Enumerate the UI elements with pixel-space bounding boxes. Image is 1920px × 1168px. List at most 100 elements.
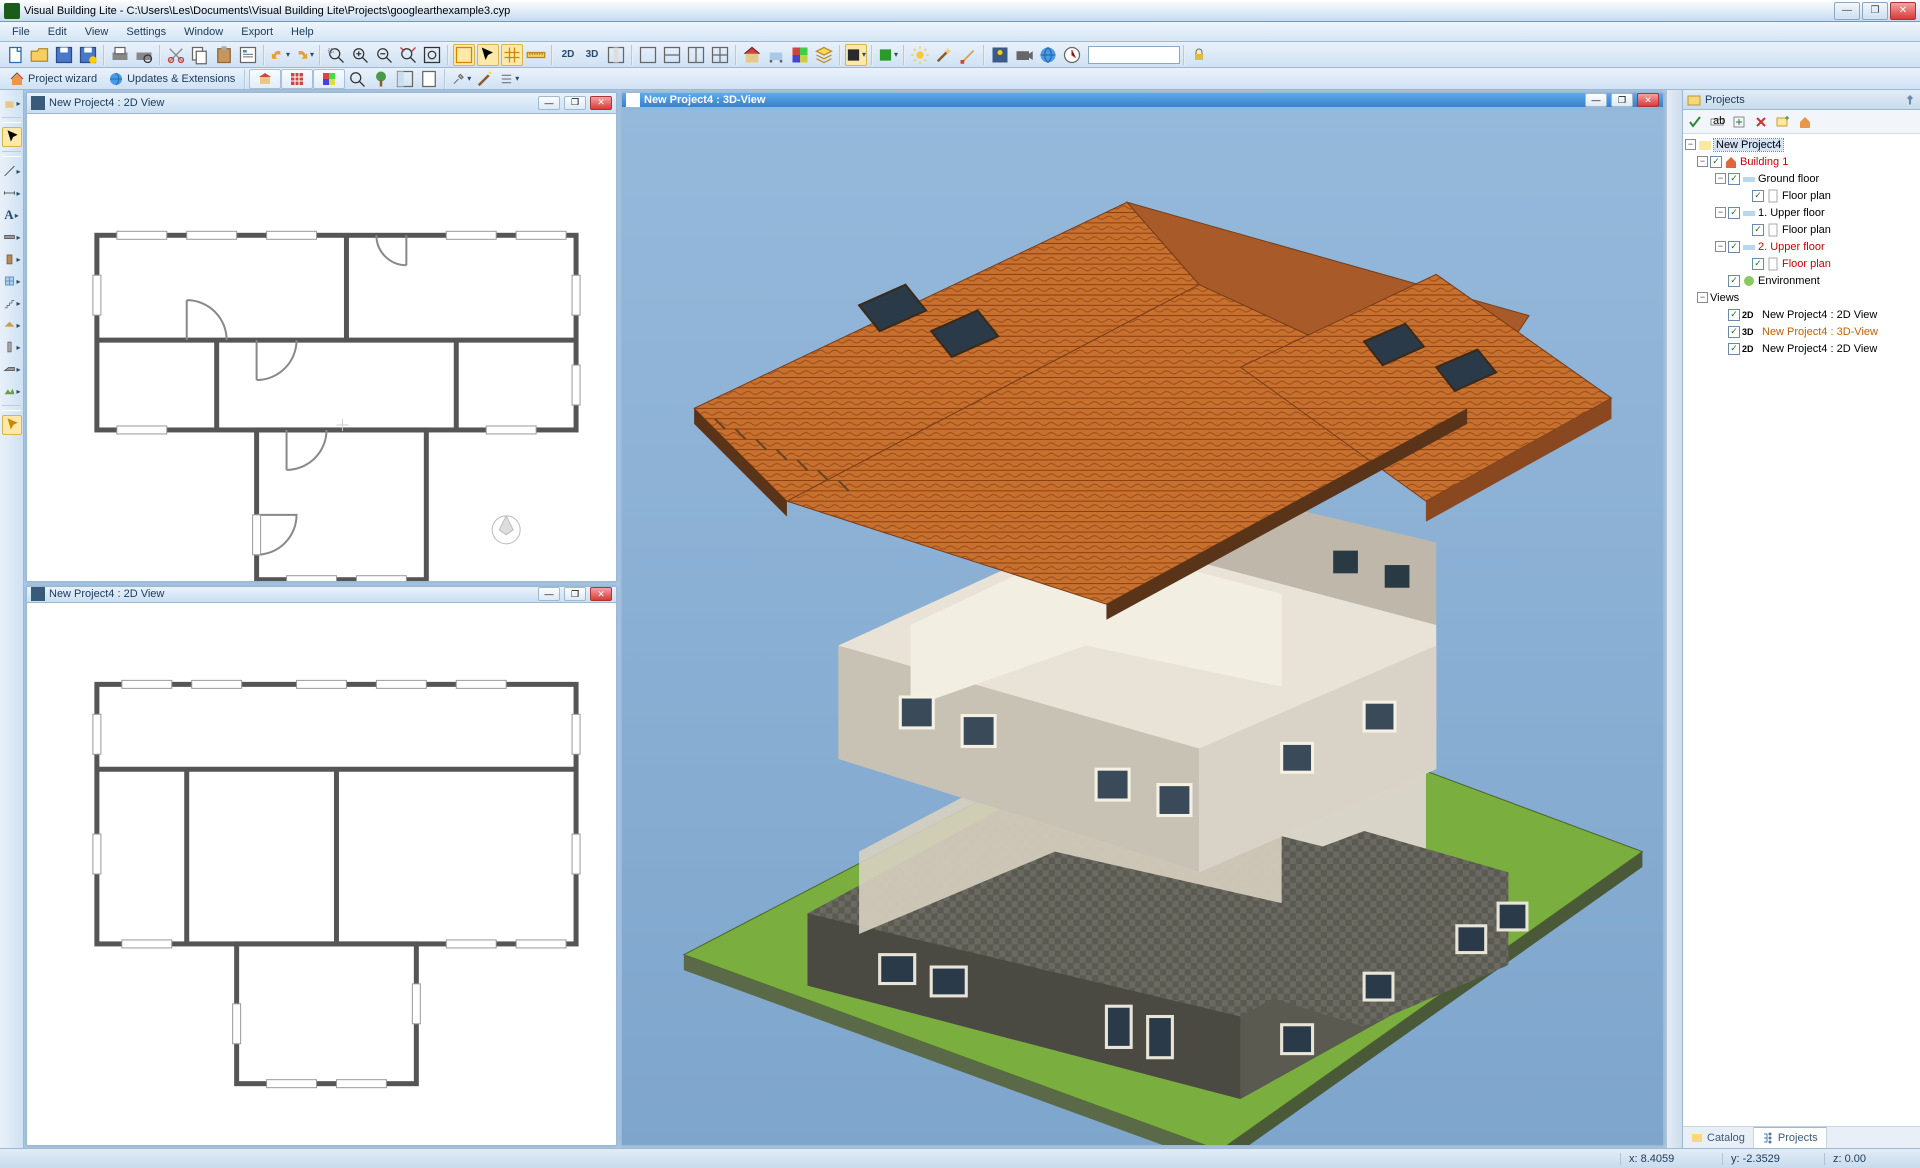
text-tool[interactable]: A▸ bbox=[2, 205, 22, 225]
tree-floor-upper1[interactable]: −✓ 1. Upper floor bbox=[1685, 204, 1918, 221]
options-button[interactable]: ▾ bbox=[498, 68, 520, 90]
address-input[interactable] bbox=[1088, 46, 1180, 64]
view3d-titlebar[interactable]: New Project4 : 3D-View — ❐ ✕ bbox=[622, 93, 1663, 108]
view2d-a-minimize-button[interactable]: — bbox=[538, 96, 560, 110]
view2d-b-titlebar[interactable]: New Project4 : 2D View — ❐ ✕ bbox=[27, 587, 616, 603]
view2d-b-viewport[interactable] bbox=[27, 603, 616, 1145]
page-button[interactable] bbox=[418, 68, 440, 90]
undo-button[interactable]: ▾ bbox=[269, 44, 291, 66]
building-tool[interactable]: ▸ bbox=[2, 93, 22, 113]
line-tool[interactable]: ▸ bbox=[2, 161, 22, 181]
view2d-a-viewport[interactable] bbox=[27, 114, 616, 581]
view2d-a-close-button[interactable]: ✕ bbox=[590, 96, 612, 110]
selection-mode-button[interactable] bbox=[477, 44, 499, 66]
lock-icon[interactable] bbox=[1192, 48, 1206, 62]
view-walls-button[interactable] bbox=[453, 44, 475, 66]
dimension-tool[interactable]: ▸ bbox=[2, 183, 22, 203]
expand-all-icon[interactable] bbox=[1731, 114, 1747, 130]
window-single-button[interactable] bbox=[637, 44, 659, 66]
delete-icon[interactable] bbox=[1753, 114, 1769, 130]
clock-button[interactable] bbox=[1061, 44, 1083, 66]
home-icon[interactable] bbox=[1797, 114, 1813, 130]
zoom-in-button[interactable] bbox=[349, 44, 371, 66]
select-tool[interactable] bbox=[2, 127, 22, 147]
window-quad-button[interactable] bbox=[709, 44, 731, 66]
layer-button[interactable] bbox=[813, 44, 835, 66]
brush-button[interactable] bbox=[957, 44, 979, 66]
tree-floorplan-ground[interactable]: ✓ Floor plan bbox=[1685, 187, 1918, 204]
open-file-button[interactable] bbox=[29, 44, 51, 66]
tree-viewitem-2d-a[interactable]: ✓ 2D New Project4 : 2D View bbox=[1685, 306, 1918, 323]
zoom-window-button[interactable] bbox=[325, 44, 347, 66]
select-element-tool[interactable] bbox=[2, 415, 22, 435]
view2d-a-titlebar[interactable]: New Project4 : 2D View — ❐ ✕ bbox=[27, 93, 616, 114]
stairs-tool[interactable]: ▸ bbox=[2, 293, 22, 313]
cut-button[interactable] bbox=[165, 44, 187, 66]
view3d-close-button[interactable]: ✕ bbox=[1637, 93, 1659, 107]
view2d-a-maximize-button[interactable]: ❐ bbox=[564, 96, 586, 110]
projects-tree[interactable]: − New Project4 −✓ Building 1 −✓ Ground f… bbox=[1683, 134, 1920, 1126]
catalog-building-button[interactable] bbox=[741, 44, 763, 66]
view3d-maximize-button[interactable]: ❐ bbox=[1611, 93, 1633, 107]
wand2-button[interactable] bbox=[474, 68, 496, 90]
section-view-button[interactable] bbox=[605, 44, 627, 66]
maximize-button[interactable]: ❐ bbox=[1862, 2, 1888, 20]
zoom-out-button[interactable] bbox=[373, 44, 395, 66]
toggle-texture-button[interactable] bbox=[313, 69, 345, 89]
tools-button[interactable]: ▾ bbox=[450, 68, 472, 90]
redo-button[interactable]: ▾ bbox=[293, 44, 315, 66]
view3d-viewport[interactable] bbox=[622, 108, 1663, 1146]
pin-icon[interactable] bbox=[1904, 94, 1916, 106]
menu-help[interactable]: Help bbox=[283, 24, 322, 40]
tree-floorplan-upper2[interactable]: ✓ Floor plan bbox=[1685, 255, 1918, 272]
render-mode-button[interactable]: ▾ bbox=[845, 44, 867, 66]
toggle-grid-button[interactable] bbox=[281, 69, 313, 89]
menu-edit[interactable]: Edit bbox=[40, 24, 75, 40]
window-vert-button[interactable] bbox=[685, 44, 707, 66]
globe-button[interactable] bbox=[1037, 44, 1059, 66]
view2d-b-maximize-button[interactable]: ❐ bbox=[564, 587, 586, 601]
door-tool[interactable]: ▸ bbox=[2, 249, 22, 269]
tree-environment[interactable]: ✓ Environment bbox=[1685, 272, 1918, 289]
check-icon[interactable] bbox=[1687, 114, 1703, 130]
properties-button[interactable] bbox=[237, 44, 259, 66]
projects-panel-header[interactable]: Projects bbox=[1683, 90, 1920, 110]
paste-button[interactable] bbox=[213, 44, 235, 66]
new-file-button[interactable] bbox=[5, 44, 27, 66]
color-button[interactable]: ▾ bbox=[877, 44, 899, 66]
tab-projects[interactable]: Projects bbox=[1754, 1127, 1827, 1148]
tree-floor-ground[interactable]: −✓ Ground floor bbox=[1685, 170, 1918, 187]
tree-floorplan-upper1[interactable]: ✓ Floor plan bbox=[1685, 221, 1918, 238]
print-button[interactable] bbox=[109, 44, 131, 66]
tree-views[interactable]: − Views bbox=[1685, 289, 1918, 306]
toggle-building-button[interactable] bbox=[249, 69, 281, 89]
magnifier-button[interactable] bbox=[346, 68, 368, 90]
column-tool[interactable]: ▸ bbox=[2, 337, 22, 357]
window-horiz-button[interactable] bbox=[661, 44, 683, 66]
rename-icon[interactable]: ab| bbox=[1709, 114, 1725, 130]
slab-tool[interactable]: ▸ bbox=[2, 359, 22, 379]
view-2d-button[interactable]: 2D bbox=[557, 44, 579, 66]
zoom-fit-button[interactable] bbox=[421, 44, 443, 66]
menu-export[interactable]: Export bbox=[233, 24, 281, 40]
ruler-button[interactable] bbox=[525, 44, 547, 66]
save-as-button[interactable] bbox=[77, 44, 99, 66]
menu-file[interactable]: File bbox=[4, 24, 38, 40]
view-3d-button[interactable]: 3D bbox=[581, 44, 603, 66]
zoom-extents-button[interactable] bbox=[397, 44, 419, 66]
view3d-minimize-button[interactable]: — bbox=[1585, 93, 1607, 107]
menu-settings[interactable]: Settings bbox=[118, 24, 174, 40]
roof-tool[interactable]: ▸ bbox=[2, 315, 22, 335]
tree-viewitem-2d-b[interactable]: ✓ 2D New Project4 : 2D View bbox=[1685, 340, 1918, 357]
tree-viewitem-3d[interactable]: ✓ 3D New Project4 : 3D-View bbox=[1685, 323, 1918, 340]
terrain-tool[interactable]: ▸ bbox=[2, 381, 22, 401]
menu-view[interactable]: View bbox=[77, 24, 117, 40]
updates-extensions-button[interactable]: Updates & Extensions bbox=[103, 70, 241, 88]
tree-root[interactable]: − New Project4 bbox=[1685, 136, 1918, 153]
wand-button[interactable] bbox=[933, 44, 955, 66]
new-layer-icon[interactable] bbox=[1775, 114, 1791, 130]
grid-button[interactable] bbox=[501, 44, 523, 66]
save-button[interactable] bbox=[53, 44, 75, 66]
tree-floor-upper2[interactable]: −✓ 2. Upper floor bbox=[1685, 238, 1918, 255]
catalog-furniture-button[interactable] bbox=[765, 44, 787, 66]
